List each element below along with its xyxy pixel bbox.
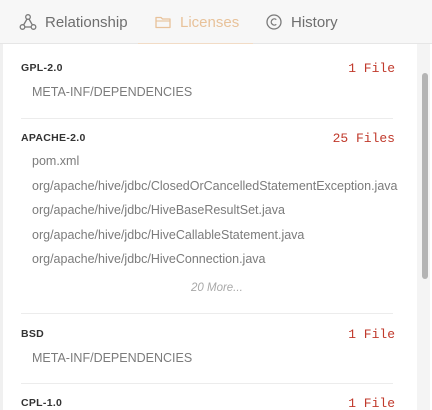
license-name: CPL-1.0 (21, 397, 63, 409)
file-item[interactable]: META-INF/DEPENDENCIES (32, 85, 192, 99)
license-name: BSD (21, 328, 45, 340)
folder-icon (154, 13, 172, 31)
license-file-count[interactable]: 1 File (348, 396, 395, 410)
license-header: BSD 1 File (21, 327, 407, 344)
file-item[interactable]: org/apache/hive/jdbc/ClosedOrCancelledSt… (32, 179, 398, 193)
tab-relationship[interactable]: Relationship (19, 0, 128, 44)
file-item[interactable]: org/apache/hive/jdbc/HiveBaseResultSet.j… (32, 203, 285, 217)
tab-history[interactable]: History (265, 0, 338, 44)
license-panel-window: Relationship Licenses History GPL-2.0 1 … (0, 0, 432, 410)
license-file-count[interactable]: 1 File (348, 61, 395, 76)
licenses-content: GPL-2.0 1 File META-INF/DEPENDENCIES APA… (0, 44, 432, 410)
tab-relationship-label: Relationship (45, 13, 128, 31)
license-file-count[interactable]: 25 Files (333, 131, 395, 146)
file-item[interactable]: META-INF/DEPENDENCIES (32, 351, 192, 365)
scrollbar-thumb[interactable] (422, 73, 428, 279)
relationship-icon (19, 13, 37, 31)
license-header: CPL-1.0 1 File (21, 396, 407, 410)
license-file-count[interactable]: 1 File (348, 327, 395, 342)
license-name: GPL-2.0 (21, 62, 63, 74)
tab-history-label: History (291, 13, 338, 31)
tab-licenses-label: Licenses (180, 13, 240, 31)
history-icon (265, 13, 283, 31)
divider (21, 383, 393, 384)
more-files-link[interactable]: 20 More... (191, 282, 243, 294)
license-name: APACHE-2.0 (21, 132, 86, 144)
divider (21, 118, 393, 119)
tab-bar: Relationship Licenses History (0, 0, 432, 45)
file-item[interactable]: pom.xml (32, 154, 79, 168)
file-item[interactable]: org/apache/hive/jdbc/HiveCallableStateme… (32, 228, 304, 242)
file-item[interactable]: org/apache/hive/jdbc/HiveConnection.java (32, 252, 265, 266)
tab-licenses[interactable]: Licenses (137, 0, 254, 45)
divider (21, 313, 393, 314)
license-header: APACHE-2.0 25 Files (21, 131, 407, 148)
license-header: GPL-2.0 1 File (21, 61, 407, 78)
